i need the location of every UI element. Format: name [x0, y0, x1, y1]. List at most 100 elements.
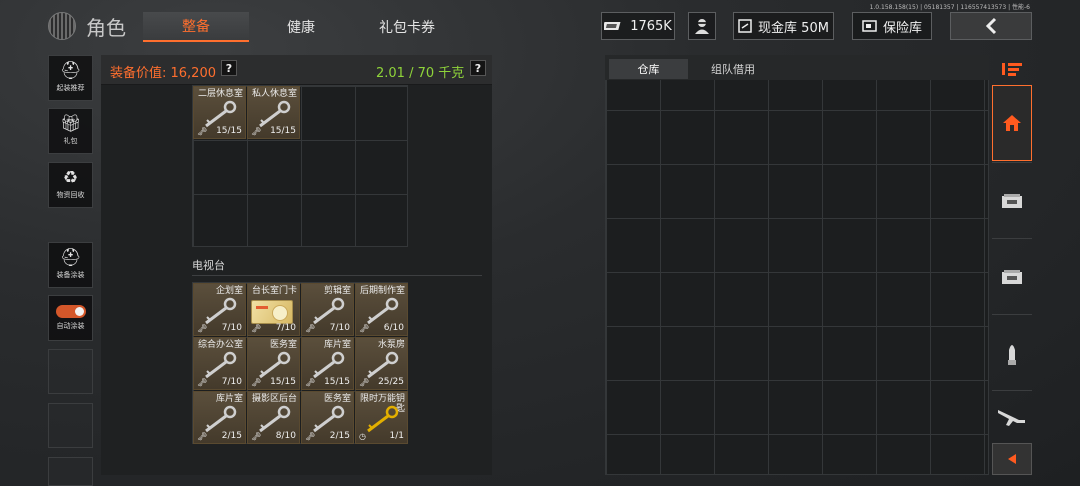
key-type-icon: 🗝︎	[305, 432, 316, 441]
equipment-value: 装备价值: 16,200	[110, 66, 216, 81]
paint-helmet-icon: ⛑	[59, 248, 82, 268]
key-type-icon: 🗝︎	[305, 378, 316, 387]
auto-paint-label: 自动涂装	[56, 322, 85, 330]
weight-help-button[interactable]: ?	[470, 60, 486, 76]
warehouse-home-button[interactable]	[992, 85, 1032, 161]
equipment-paint-button[interactable]: ⛑ 装备涂装	[48, 242, 93, 288]
item-name: 企划室	[215, 286, 243, 296]
item-count: 15/15	[324, 377, 350, 387]
item-name: 医务室	[269, 340, 297, 350]
triangle-left-icon	[1008, 454, 1016, 464]
key-item[interactable]: 后期制作室 🗝︎ 6/10	[355, 283, 408, 336]
recycle-button[interactable]: ♻ 物资回收	[48, 162, 93, 208]
chevron-left-icon	[985, 17, 997, 35]
storage-box-button-2[interactable]	[992, 238, 1032, 314]
item-count: 2/15	[221, 431, 242, 441]
collapse-button[interactable]	[992, 443, 1032, 475]
key-container-tv-station: 企划室 🗝︎ 7/10 台长室门卡 🗝︎ 7/10 剪辑室 🗝︎ 7/10 后期制作室 🗝︎ 6/10…	[192, 282, 408, 444]
key-type-icon: 🗝︎	[251, 127, 262, 136]
key-icon	[205, 405, 237, 433]
ammo-icon	[1008, 344, 1016, 365]
key-item[interactable]: 综合办公室 🗝︎ 7/10	[193, 337, 246, 390]
tab-equip[interactable]: 整备	[143, 12, 249, 42]
filter-icon	[1002, 63, 1022, 76]
item-count: 7/10	[221, 323, 242, 333]
key-item[interactable]: 库片室 🗝︎ 15/15	[301, 337, 354, 390]
currency-display[interactable]: 1765K	[601, 12, 675, 40]
item-name: 摄影区后台	[251, 394, 297, 404]
key-icon	[205, 351, 237, 379]
storage-crate-icon	[1002, 193, 1022, 208]
item-name: 后期制作室	[359, 286, 405, 296]
item-name: 二层休息室	[197, 89, 243, 99]
key-item[interactable]: 限时万能钥匙 ◷ 1/1	[355, 391, 408, 444]
value-help-button[interactable]: ?	[221, 60, 237, 76]
gift-button[interactable]: 🎁︎ 礼包	[48, 108, 93, 154]
key-type-icon: 🗝︎	[251, 378, 262, 387]
item-name: 综合办公室	[197, 340, 243, 350]
key-item[interactable]: 摄影区后台 🗝︎ 8/10	[247, 391, 300, 444]
item-name: 库片室	[215, 394, 243, 404]
cash-storage-label: 现金库 50M	[758, 20, 829, 36]
section-label-tv-station: 电视台	[192, 259, 225, 272]
safe-icon	[862, 20, 877, 32]
keycard-item[interactable]: 台长室门卡 🗝︎ 7/10	[247, 283, 300, 336]
item-count: 15/15	[270, 377, 296, 387]
ammo-category-button[interactable]	[992, 314, 1032, 390]
key-item[interactable]: 医务室 🗝︎ 2/15	[301, 391, 354, 444]
key-type-icon: 🗝︎	[359, 378, 370, 387]
item-name: 水泵房	[377, 340, 405, 350]
key-item[interactable]: 企划室 🗝︎ 7/10	[193, 283, 246, 336]
version-text: 1.0.158.158(15) | 05181357 | 11655741357…	[869, 4, 1030, 11]
key-item[interactable]: 私人休息室 🗝︎ 15/15	[247, 86, 300, 139]
item-count: 8/10	[275, 431, 296, 441]
key-container-top: 二层休息室 🗝︎ 15/15 私人休息室 🗝︎ 15/15	[192, 85, 408, 247]
storage-box-button-1[interactable]	[992, 162, 1032, 238]
key-item[interactable]: 库片室 🗝︎ 2/15	[193, 391, 246, 444]
equipment-paint-label: 装备涂装	[56, 271, 85, 279]
rifle-icon	[998, 409, 1025, 426]
item-count: 1/1	[389, 431, 404, 441]
key-item[interactable]: 医务室 🗝︎ 15/15	[247, 337, 300, 390]
item-count: 15/15	[270, 126, 296, 136]
key-icon	[313, 405, 345, 433]
tab-team-borrow[interactable]: 组队借用	[690, 59, 776, 79]
merchant-button[interactable]	[688, 12, 716, 40]
back-button[interactable]	[950, 12, 1032, 40]
gift-label: 礼包	[63, 137, 78, 145]
empty-slot	[48, 349, 93, 394]
key-icon	[313, 351, 345, 379]
key-type-icon: 🗝︎	[251, 324, 262, 333]
section-divider	[192, 275, 482, 276]
item-name: 剪辑室	[323, 286, 351, 296]
key-icon	[205, 297, 237, 325]
key-item[interactable]: 水泵房 🗝︎ 25/25	[355, 337, 408, 390]
toggle-icon	[55, 305, 86, 318]
sort-filter-button[interactable]	[992, 55, 1032, 83]
key-item[interactable]: 二层休息室 🗝︎ 15/15	[193, 86, 246, 139]
item-name: 库片室	[323, 340, 351, 350]
key-icon	[259, 405, 291, 433]
key-type-icon: 🗝︎	[197, 324, 208, 333]
auto-paint-toggle[interactable]: 自动涂装	[48, 295, 93, 341]
home-icon	[1003, 115, 1021, 131]
cash-storage-button[interactable]: 现金库 50M	[733, 12, 834, 40]
tab-warehouse[interactable]: 仓库	[609, 59, 688, 79]
weapon-category-button[interactable]	[992, 390, 1032, 442]
tab-health[interactable]: 健康	[248, 12, 354, 42]
item-name: 私人休息室	[251, 89, 297, 99]
tab-gift-cards[interactable]: 礼包卡券	[354, 12, 460, 42]
loadout-recommend-button[interactable]: ⛑ 起装推荐	[48, 55, 93, 101]
keycard-icon	[251, 300, 293, 324]
character-logo-icon	[48, 12, 76, 40]
safe-box-button[interactable]: 保险库	[852, 12, 932, 40]
item-count: 6/10	[383, 323, 404, 333]
item-count: 7/10	[275, 323, 296, 333]
key-type-icon: 🗝︎	[359, 324, 370, 333]
key-item[interactable]: 剪辑室 🗝︎ 7/10	[301, 283, 354, 336]
item-name: 台长室门卡	[251, 286, 297, 296]
safe-box-label: 保险库	[882, 20, 922, 36]
timer-icon: ◷	[359, 432, 366, 441]
gift-icon: 🎁︎	[59, 114, 82, 134]
page-title: 角色	[86, 16, 126, 40]
